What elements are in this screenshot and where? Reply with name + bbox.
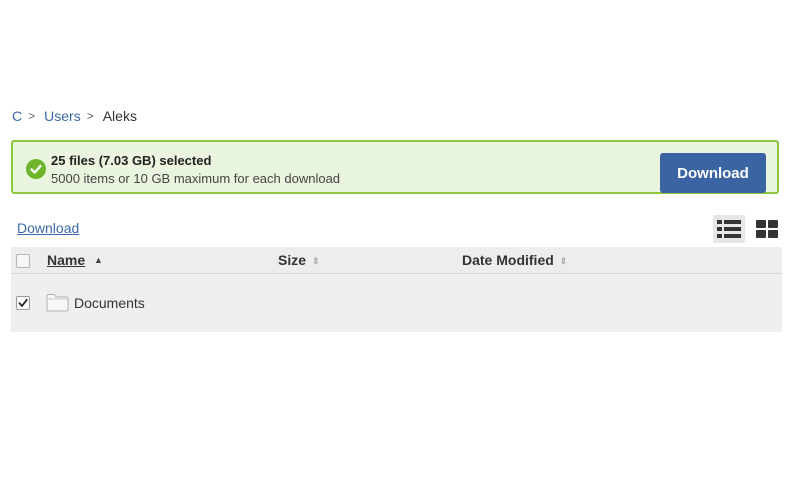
column-header-label: Name	[47, 252, 86, 268]
selection-summary: 25 files (7.03 GB) selected	[51, 153, 212, 168]
file-name[interactable]: Documents	[74, 295, 145, 311]
column-header-date-modified[interactable]: Date Modified ⇕	[462, 252, 567, 268]
grid-view-button[interactable]	[751, 215, 783, 243]
folder-icon	[46, 294, 69, 312]
table-header: Name ▲ Size ⇕ Date Modified ⇕	[11, 247, 782, 274]
select-all-checkbox[interactable]	[16, 254, 30, 268]
breadcrumb-separator: >	[28, 109, 36, 123]
column-header-name[interactable]: Name	[47, 252, 85, 268]
file-table: Name ▲ Size ⇕ Date Modified ⇕ Documents	[11, 247, 782, 332]
check-circle-icon	[26, 159, 46, 179]
download-link[interactable]: Download	[17, 220, 79, 236]
list-view-icon	[717, 220, 741, 238]
column-header-size[interactable]: Size ⇕	[278, 252, 320, 268]
download-button[interactable]: Download	[660, 153, 766, 193]
sort-unsorted-icon: ⇕	[312, 256, 320, 266]
breadcrumb-separator: >	[86, 109, 94, 123]
row-checkbox[interactable]	[16, 296, 30, 310]
grid-view-icon	[756, 220, 778, 238]
column-header-label: Size	[278, 252, 307, 268]
sort-unsorted-icon: ⇕	[559, 256, 568, 266]
list-view-button[interactable]	[713, 215, 745, 243]
breadcrumb-item-c[interactable]: C	[12, 107, 22, 125]
download-limit-note: 5000 items or 10 GB maximum for each dow…	[51, 171, 341, 186]
column-header-label: Date Modified	[462, 252, 554, 268]
sort-ascending-icon: ▲	[94, 255, 103, 265]
table-row[interactable]: Documents	[11, 274, 782, 332]
breadcrumb-item-users[interactable]: Users	[44, 107, 81, 125]
file-browser: C > Users > Aleks 25 files (7.03 GB) sel…	[0, 0, 800, 480]
breadcrumb-current: Aleks	[102, 108, 137, 124]
breadcrumb: C > Users > Aleks	[12, 107, 137, 125]
selection-banner: 25 files (7.03 GB) selected 5000 items o…	[11, 140, 779, 194]
